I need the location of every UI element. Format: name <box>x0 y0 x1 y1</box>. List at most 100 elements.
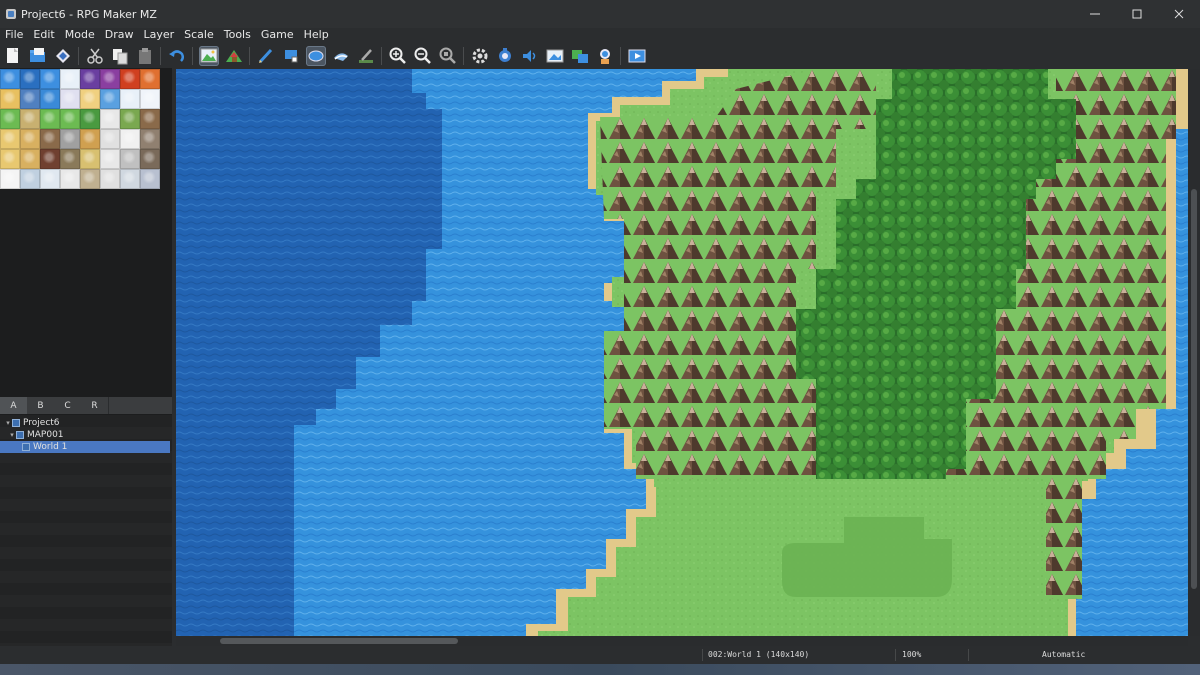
zoom-in-button[interactable] <box>388 46 408 66</box>
tile-45[interactable] <box>100 169 120 189</box>
world-map[interactable] <box>176 69 1188 636</box>
tile-35[interactable] <box>60 149 80 169</box>
tile-0[interactable] <box>0 69 20 89</box>
tile-16[interactable] <box>0 109 20 129</box>
tile-30[interactable] <box>120 129 140 149</box>
tile-47[interactable] <box>140 169 160 189</box>
maximize-button[interactable] <box>1116 0 1158 28</box>
tile-31[interactable] <box>140 129 160 149</box>
minimize-button[interactable] <box>1074 0 1116 28</box>
tile-38[interactable] <box>120 149 140 169</box>
tab-b[interactable]: B <box>27 397 54 414</box>
tile-17[interactable] <box>20 109 40 129</box>
new-project-button[interactable] <box>3 46 23 66</box>
tile-10[interactable] <box>40 89 60 109</box>
tile-36[interactable] <box>80 149 100 169</box>
vertical-scroll-thumb[interactable] <box>1191 189 1197 589</box>
tile-20[interactable] <box>80 109 100 129</box>
horizontal-scrollbar[interactable] <box>176 636 1188 646</box>
tab-r[interactable]: R <box>81 397 108 414</box>
tile-34[interactable] <box>40 149 60 169</box>
tile-7[interactable] <box>140 69 160 89</box>
tab-c[interactable]: C <box>54 397 81 414</box>
tile-4[interactable] <box>80 69 100 89</box>
event-searcher-button[interactable] <box>545 46 565 66</box>
horizontal-scroll-thumb[interactable] <box>220 638 458 644</box>
map-mode-button[interactable] <box>198 45 219 66</box>
menu-tools[interactable]: Tools <box>219 28 256 42</box>
tile-43[interactable] <box>60 169 80 189</box>
collapse-icon[interactable]: ▾ <box>4 417 12 429</box>
tile-12[interactable] <box>80 89 100 109</box>
tree-item-world1[interactable]: World 1 <box>0 441 170 453</box>
resource-manager-button[interactable] <box>570 46 590 66</box>
tile-3[interactable] <box>60 69 80 89</box>
tile-46[interactable] <box>120 169 140 189</box>
database-button[interactable] <box>470 46 490 66</box>
tile-39[interactable] <box>140 149 160 169</box>
cut-button[interactable] <box>85 46 105 66</box>
zoom-out-button[interactable] <box>413 46 433 66</box>
save-project-button[interactable] <box>53 46 73 66</box>
tile-44[interactable] <box>80 169 100 189</box>
tile-5[interactable] <box>100 69 120 89</box>
playtest-button[interactable] <box>627 46 647 66</box>
menu-layer[interactable]: Layer <box>138 28 179 42</box>
vertical-scrollbar[interactable] <box>1188 69 1200 636</box>
tile-27[interactable] <box>60 129 80 149</box>
tile-18[interactable] <box>40 109 60 129</box>
tile-37[interactable] <box>100 149 120 169</box>
tile-26[interactable] <box>40 129 60 149</box>
fill-button[interactable] <box>331 46 351 66</box>
tile-42[interactable] <box>40 169 60 189</box>
tile-6[interactable] <box>120 69 140 89</box>
close-button[interactable] <box>1158 0 1200 28</box>
tile-32[interactable] <box>0 149 20 169</box>
shadow-pen-button[interactable] <box>356 46 376 66</box>
copy-button[interactable] <box>110 46 130 66</box>
menu-help[interactable]: Help <box>299 28 334 42</box>
pencil-button[interactable] <box>256 46 276 66</box>
plugin-manager-button[interactable] <box>495 46 515 66</box>
tile-24[interactable] <box>0 129 20 149</box>
actual-size-button[interactable] <box>438 46 458 66</box>
tile-28[interactable] <box>80 129 100 149</box>
tile-9[interactable] <box>20 89 40 109</box>
sound-test-button[interactable] <box>520 46 540 66</box>
menu-mode[interactable]: Mode <box>60 28 100 42</box>
tree-item-project[interactable]: ▾ Project6 <box>4 417 59 429</box>
paste-button[interactable] <box>135 46 155 66</box>
tile-33[interactable] <box>20 149 40 169</box>
tile-23[interactable] <box>140 109 160 129</box>
tile-22[interactable] <box>120 109 140 129</box>
tile-2[interactable] <box>40 69 60 89</box>
tile-1[interactable] <box>20 69 40 89</box>
tile-14[interactable] <box>120 89 140 109</box>
undo-button[interactable] <box>167 46 187 66</box>
menu-scale[interactable]: Scale <box>179 28 219 42</box>
tile-41[interactable] <box>20 169 40 189</box>
tab-a[interactable]: A <box>0 397 27 414</box>
tile-40[interactable] <box>0 169 20 189</box>
tile-15[interactable] <box>140 89 160 109</box>
menu-game[interactable]: Game <box>256 28 299 42</box>
menu-draw[interactable]: Draw <box>100 28 139 42</box>
tile-8[interactable] <box>0 89 20 109</box>
tile-19[interactable] <box>60 109 80 129</box>
collapse-icon[interactable]: ▾ <box>8 429 16 441</box>
menu-file[interactable]: File <box>0 28 28 42</box>
event-mode-button[interactable] <box>224 46 244 66</box>
ellipse-button[interactable] <box>305 45 326 66</box>
map-canvas[interactable] <box>176 69 1188 636</box>
tile-21[interactable] <box>100 109 120 129</box>
menu-edit[interactable]: Edit <box>28 28 59 42</box>
character-generator-button[interactable] <box>595 46 615 66</box>
tileset-palette[interactable] <box>0 69 160 189</box>
open-project-button[interactable] <box>28 46 48 66</box>
tile-25[interactable] <box>20 129 40 149</box>
tile-11[interactable] <box>60 89 80 109</box>
tile-29[interactable] <box>100 129 120 149</box>
rectangle-button[interactable] <box>281 46 301 66</box>
tree-item-map001[interactable]: ▾ MAP001 <box>8 429 63 441</box>
tile-13[interactable] <box>100 89 120 109</box>
